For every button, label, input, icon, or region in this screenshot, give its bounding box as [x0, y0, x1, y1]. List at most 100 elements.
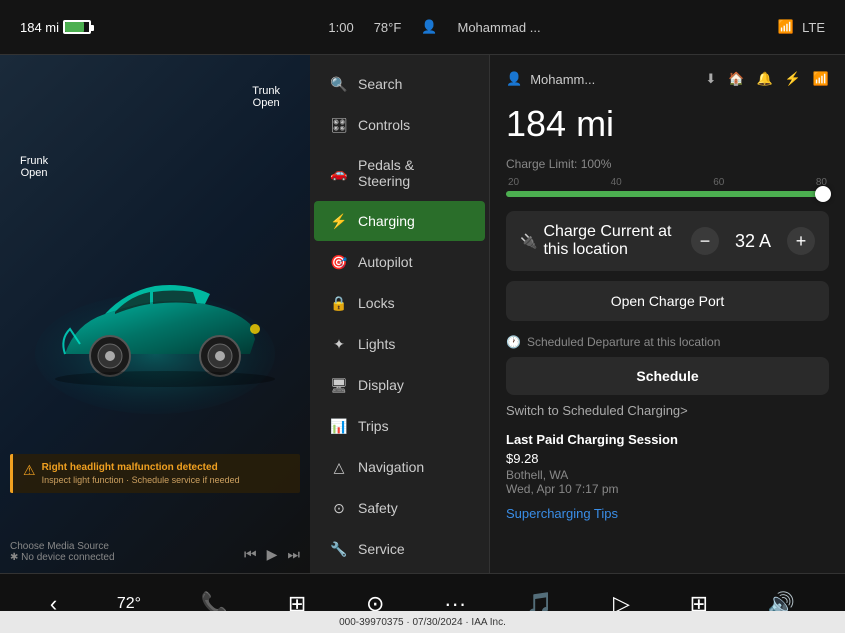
warning-banner: ⚠ Right headlight malfunction detected I…	[10, 454, 300, 493]
temp-value: 72°	[117, 595, 141, 613]
battery-fill	[65, 22, 84, 32]
trips-icon: 📊	[330, 417, 348, 435]
prev-track-icon[interactable]: ⏮	[244, 546, 257, 563]
open-charge-port-button[interactable]: Open Charge Port	[506, 281, 829, 321]
menu-item-display[interactable]: 🖥 Display	[314, 365, 485, 405]
charge-pin-icon: 🔌	[520, 233, 537, 250]
display-icon: 🖥	[330, 376, 348, 394]
menu-item-controls[interactable]: 🎛 Controls	[314, 105, 485, 145]
play-icon[interactable]: ▶	[267, 546, 278, 563]
status-user: Mohammad ...	[457, 20, 540, 35]
caption-bar: 000-39970375 · 07/30/2024 · IAA Inc.	[0, 611, 845, 633]
menu-item-trips[interactable]: 📊 Trips	[314, 406, 485, 446]
charge-track[interactable]	[506, 191, 829, 197]
menu-trips-label: Trips	[358, 418, 389, 434]
pedals-icon: 🚗	[330, 164, 348, 182]
charge-scale: 20 40 60 80	[506, 177, 829, 188]
last-paid-date: Wed, Apr 10 7:17 pm	[506, 482, 829, 496]
menu-lights-label: Lights	[358, 336, 395, 352]
battery-icon	[63, 20, 91, 34]
controls-icon: 🎛	[330, 116, 348, 134]
last-paid-amount: $9.28	[506, 451, 829, 466]
status-temp: 78°F	[374, 20, 402, 35]
lights-icon: ✦	[330, 335, 348, 353]
menu-service-label: Service	[358, 541, 405, 557]
lte-icon: LTE	[802, 20, 825, 35]
home-icon: 🏠	[728, 71, 744, 87]
user-info: 👤 Mohamm...	[506, 71, 595, 87]
download-icon: ⬇	[705, 71, 716, 87]
autopilot-icon: 🎯	[330, 253, 348, 271]
menu-item-service[interactable]: 🔧 Service	[314, 529, 485, 569]
username-display: Mohamm...	[530, 72, 595, 87]
bell-icon: 🔔	[756, 71, 772, 87]
signal-icon: 📶	[813, 71, 829, 87]
media-source-area: Choose Media Source ✱ No device connecte…	[10, 541, 115, 563]
media-source-label: Choose Media Source	[10, 541, 115, 552]
next-track-icon[interactable]: ⏭	[287, 546, 300, 563]
charge-current-control: − 32 A +	[691, 227, 815, 255]
frunk-label: Frunk Open	[20, 155, 48, 179]
mileage-display: 184 mi	[506, 103, 829, 145]
status-left: 184 mi	[20, 20, 91, 35]
charge-current-label-area: 🔌 Charge Current at this location	[520, 223, 672, 259]
content-header: 👤 Mohamm... ⬇ 🏠 🔔 ⚡ 📶	[506, 71, 829, 95]
menu-item-locks[interactable]: 🔒 Locks	[314, 283, 485, 323]
menu-autopilot-label: Autopilot	[358, 254, 412, 270]
car-image-area: Trunk Open Frunk Open ⚠ Right headlight …	[0, 55, 310, 573]
menu-navigation-label: Navigation	[358, 459, 424, 475]
menu-panel: 🔍 Search 🎛 Controls 🚗 Pedals & Steering …	[310, 55, 490, 573]
last-paid-location: Bothell, WA	[506, 468, 829, 482]
menu-safety-label: Safety	[358, 500, 398, 516]
trunk-label: Trunk Open	[252, 85, 280, 109]
search-icon: 🔍	[330, 75, 348, 93]
clock-icon: 🕐	[506, 335, 521, 349]
warning-subtitle: Inspect light function · Schedule servic…	[42, 475, 240, 485]
menu-item-charging[interactable]: ⚡ Charging	[314, 201, 485, 241]
menu-controls-label: Controls	[358, 117, 410, 133]
car-panel: Trunk Open Frunk Open ⚠ Right headlight …	[0, 55, 310, 573]
content-panel: 👤 Mohamm... ⬇ 🏠 🔔 ⚡ 📶 184 mi Charge Limi…	[490, 55, 845, 573]
menu-charging-label: Charging	[358, 213, 415, 229]
menu-pedals-label: Pedals & Steering	[358, 157, 469, 189]
wifi-icon: 📶	[778, 19, 794, 35]
battery-mileage: 184 mi	[20, 20, 59, 35]
decrease-charge-button[interactable]: −	[691, 227, 719, 255]
user-avatar-icon: 👤	[506, 71, 522, 87]
menu-item-search[interactable]: 🔍 Search	[314, 64, 485, 104]
menu-item-autopilot[interactable]: 🎯 Autopilot	[314, 242, 485, 282]
scheduled-departure-title: 🕐 Scheduled Departure at this location	[506, 335, 829, 349]
media-no-device: ✱ No device connected	[10, 552, 115, 563]
status-center: 1:00 78°F 👤 Mohammad ...	[91, 19, 778, 35]
charging-icon: ⚡	[330, 212, 348, 230]
charge-slider-container[interactable]: 20 40 60 80	[506, 177, 829, 197]
charge-limit-label: Charge Limit: 100%	[506, 157, 829, 171]
switch-to-scheduled-charging-link[interactable]: Switch to Scheduled Charging	[506, 403, 829, 418]
increase-charge-button[interactable]: +	[787, 227, 815, 255]
navigation-icon: △	[330, 458, 348, 476]
menu-item-lights[interactable]: ✦ Lights	[314, 324, 485, 364]
charge-current-row: 🔌 Charge Current at this location − 32 A…	[506, 211, 829, 271]
service-icon: 🔧	[330, 540, 348, 558]
charge-current-sub: this location	[543, 241, 671, 259]
bluetooth-icon: ⚡	[785, 71, 801, 87]
warning-title: Right headlight malfunction detected	[42, 462, 240, 473]
status-right: 📶 LTE	[778, 19, 825, 35]
menu-item-navigation[interactable]: △ Navigation	[314, 447, 485, 487]
charge-current-value: 32 A	[735, 231, 771, 252]
charge-current-label: Charge Current at	[543, 223, 671, 241]
schedule-button[interactable]: Schedule	[506, 357, 829, 395]
last-paid-section: Last Paid Charging Session $9.28 Bothell…	[506, 432, 829, 496]
charge-thumb[interactable]	[815, 186, 831, 202]
status-user-icon: 👤	[421, 19, 437, 35]
car-svg	[25, 224, 285, 424]
menu-search-label: Search	[358, 76, 402, 92]
menu-display-label: Display	[358, 377, 404, 393]
status-bar: 184 mi 1:00 78°F 👤 Mohammad ... 📶 LTE	[0, 0, 845, 55]
menu-item-safety[interactable]: ⊙ Safety	[314, 488, 485, 528]
menu-item-pedals[interactable]: 🚗 Pedals & Steering	[314, 146, 485, 200]
safety-icon: ⊙	[330, 499, 348, 517]
caption-text: 000-39970375 · 07/30/2024 · IAA Inc.	[339, 617, 506, 628]
supercharging-tips-link[interactable]: Supercharging Tips	[506, 506, 829, 521]
status-time: 1:00	[328, 20, 353, 35]
